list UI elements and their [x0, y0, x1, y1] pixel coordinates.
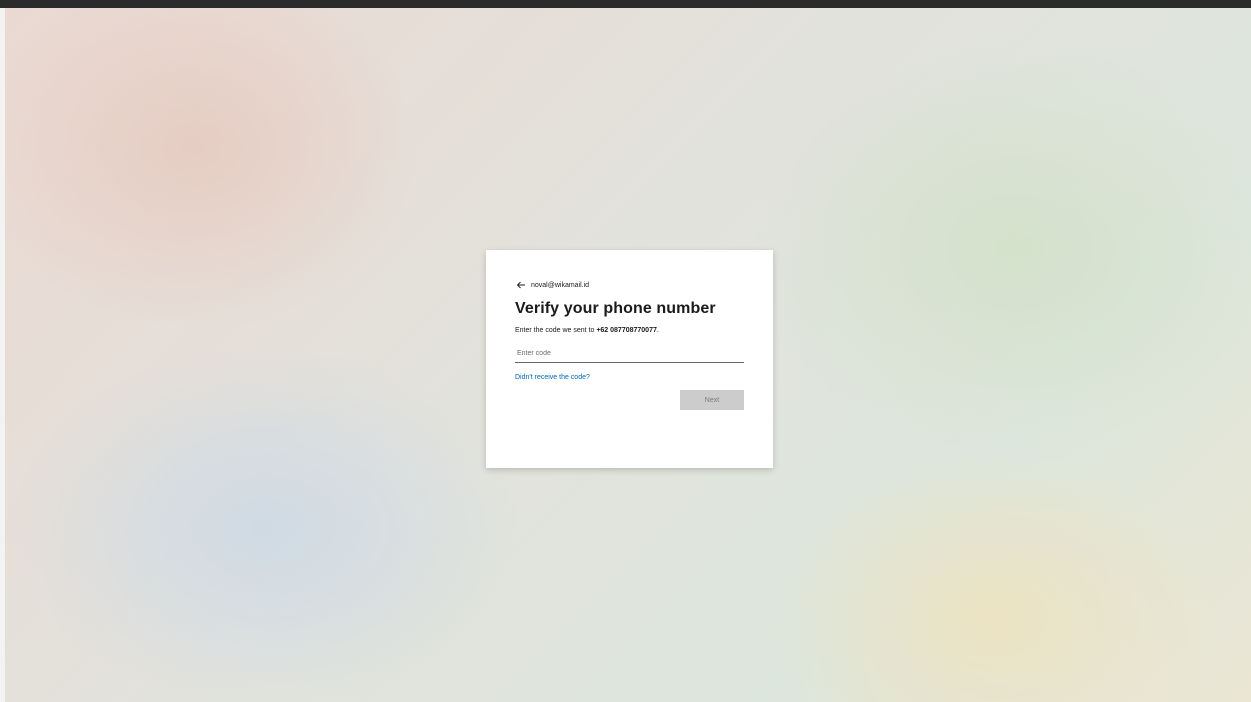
- verify-phone-dialog: noval@wikamail.id Verify your phone numb…: [486, 250, 773, 468]
- page-title: Verify your phone number: [515, 300, 716, 317]
- phone-number: +62 087708770077: [596, 327, 657, 334]
- arrow-left-icon[interactable]: [515, 279, 527, 291]
- resend-code-link[interactable]: Didn't receive the code?: [515, 374, 590, 381]
- window-top-bar: [0, 0, 1251, 8]
- account-email: noval@wikamail.id: [531, 281, 590, 289]
- next-button[interactable]: Next: [680, 390, 744, 410]
- code-input[interactable]: [515, 345, 744, 363]
- description-text: Enter the code we sent to: [515, 327, 597, 334]
- screen: noval@wikamail.id Verify your phone numb…: [0, 0, 1251, 702]
- description-period: .: [656, 327, 659, 334]
- dialog-actions: Next: [515, 390, 744, 410]
- verification-description: Enter the code we sent to +62 0877087700…: [515, 326, 744, 336]
- back-to-account-link[interactable]: noval@wikamail.id: [515, 278, 744, 292]
